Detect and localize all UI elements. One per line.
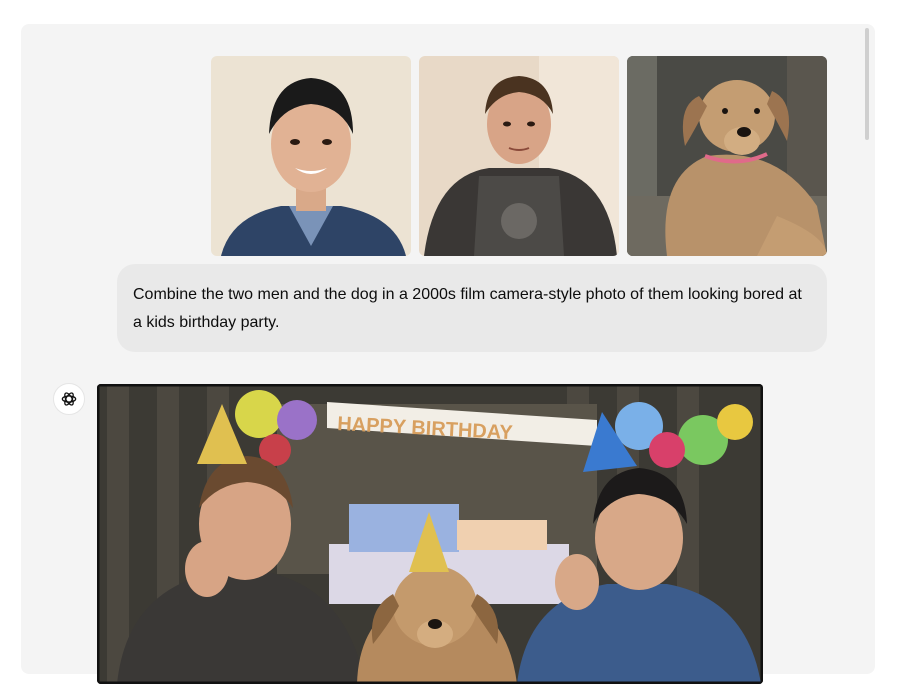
assistant-avatar	[53, 383, 85, 415]
photo-dog	[627, 56, 827, 256]
uploaded-image-man-1[interactable]	[211, 56, 411, 256]
generated-image[interactable]: HAPPY BIRTHDAY	[97, 384, 763, 684]
generated-photo: HAPPY BIRTHDAY	[97, 384, 763, 684]
uploaded-image-man-2[interactable]	[419, 56, 619, 256]
openai-logo-icon	[61, 392, 77, 406]
user-message-bubble: Combine the two men and the dog in a 200…	[117, 264, 827, 352]
portrait-man-2	[419, 56, 619, 256]
user-message-text: Combine the two men and the dog in a 200…	[133, 286, 802, 331]
scrollbar[interactable]	[865, 28, 869, 140]
portrait-man-1	[211, 56, 411, 256]
uploaded-image-dog[interactable]	[627, 56, 827, 256]
